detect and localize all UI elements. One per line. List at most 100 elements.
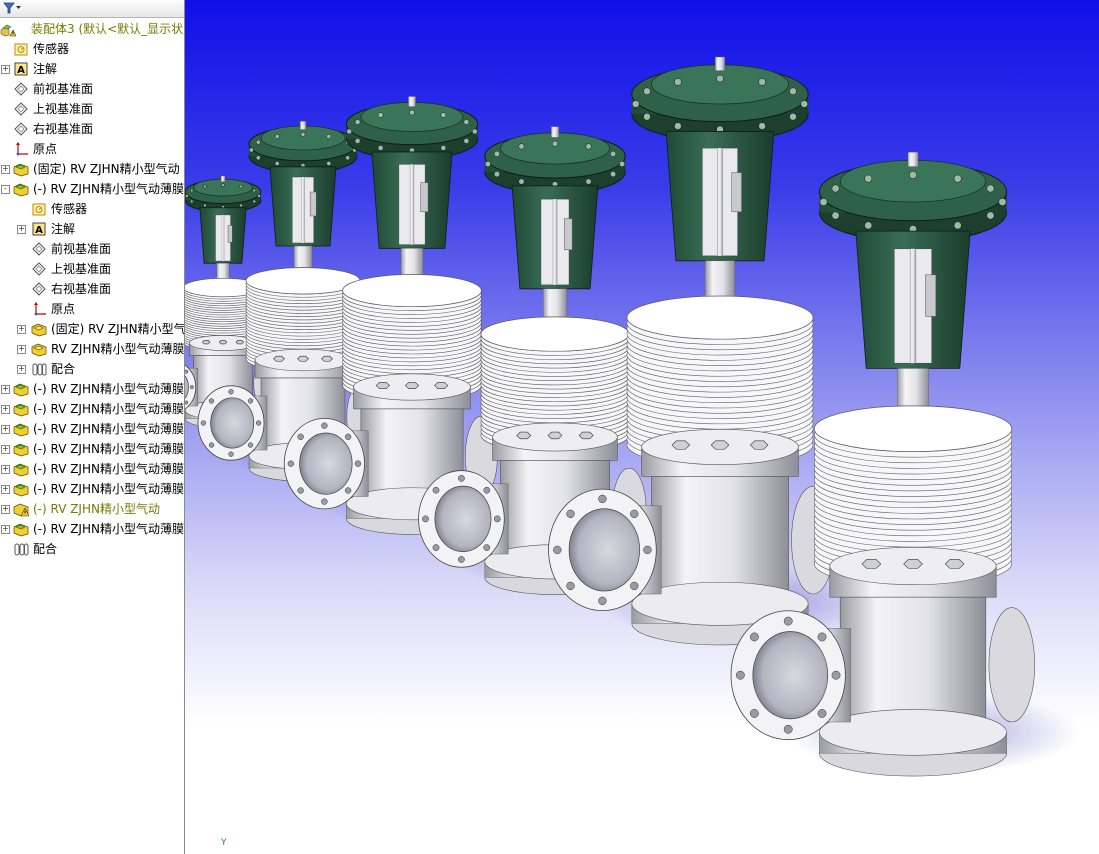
tree-item-label: (-) RV ZJHN精小型气动薄膜 <box>33 482 184 496</box>
part-icon <box>13 443 29 457</box>
graphics-viewport[interactable]: Y <box>185 0 1099 854</box>
expand-toggle[interactable]: + <box>1 405 10 414</box>
expand-toggle[interactable]: + <box>1 385 10 394</box>
annotation-icon: A <box>14 62 28 76</box>
tree-item[interactable]: + RV ZJHN精小型气动薄膜 <box>0 339 184 359</box>
svg-text:A: A <box>17 65 25 76</box>
tree-item-label: 传感器 <box>51 202 88 216</box>
tree-item-label: (-) RV ZJHN精小型气动 <box>33 502 160 516</box>
part-icon <box>13 403 29 417</box>
part-warning-icon <box>13 503 29 517</box>
tree-item[interactable]: + (-) RV ZJHN精小型气动 <box>0 499 184 519</box>
tree-item-label: 右视基准面 <box>33 122 94 136</box>
tree-item-label: 注解 <box>51 222 76 236</box>
tree-item[interactable]: + A 注解 <box>0 59 184 79</box>
tree-item-label: (-) RV ZJHN精小型气动薄膜 <box>33 402 184 416</box>
expand-toggle[interactable]: + <box>1 505 10 514</box>
part-icon <box>13 423 29 437</box>
expand-toggle[interactable]: + <box>1 465 10 474</box>
tree-item-label: 配合 <box>51 362 76 376</box>
tree-root-assembly[interactable]: 装配体3 (默认<默认_显示状 <box>0 19 184 39</box>
tree-item-label: (-) RV ZJHN精小型气动薄膜 <box>33 442 184 456</box>
part-icon <box>13 383 29 397</box>
tree-item[interactable]: 配合 <box>0 539 184 559</box>
expand-toggle[interactable]: + <box>1 525 10 534</box>
plane-icon <box>32 282 46 296</box>
tree-toolbar <box>0 0 184 18</box>
plane-icon <box>14 82 28 96</box>
tree-item-label: (-) RV ZJHN精小型气动薄膜 <box>33 382 184 396</box>
expand-toggle[interactable]: + <box>1 65 10 74</box>
plane-icon <box>32 262 46 276</box>
mate-icon <box>32 363 47 376</box>
assembly-warning-icon <box>0 24 16 37</box>
part-icon <box>13 183 29 197</box>
tree-item-label: (固定) RV ZJHN精小型气动 <box>33 162 180 176</box>
expand-toggle[interactable]: + <box>17 325 26 334</box>
tree-item[interactable]: 原点 <box>0 299 184 319</box>
tree-item-label: RV ZJHN精小型气动薄膜 <box>51 342 184 356</box>
expand-toggle[interactable]: + <box>17 225 26 234</box>
tree-item[interactable]: + (-) RV ZJHN精小型气动薄膜 <box>0 459 184 479</box>
sensor-icon <box>14 43 28 56</box>
tree-item[interactable]: 原点 <box>0 139 184 159</box>
part-icon <box>13 163 29 177</box>
expand-toggle[interactable]: + <box>1 425 10 434</box>
expand-toggle[interactable]: + <box>17 345 26 354</box>
tree-item[interactable]: + (-) RV ZJHN精小型气动薄膜 <box>0 399 184 419</box>
tree-item-label: 右视基准面 <box>51 282 112 296</box>
tree-item[interactable]: + (固定) RV ZJHN精小型气动 <box>0 159 184 179</box>
filter-icon[interactable] <box>2 1 22 15</box>
tree-item[interactable]: + (-) RV ZJHN精小型气动薄膜 <box>0 379 184 399</box>
tree-item[interactable]: 传感器 <box>0 199 184 219</box>
svg-text:A: A <box>35 225 43 236</box>
expand-toggle[interactable]: + <box>17 365 26 374</box>
origin-icon <box>34 302 46 316</box>
tree-item-label: (-) RV ZJHN精小型气动薄膜 <box>33 462 184 476</box>
tree-item-label: (-) RV ZJHN精小型气动薄膜 <box>33 522 184 536</box>
tree-item-label: 装配体3 (默认<默认_显示状 <box>31 22 184 36</box>
triad-y-label: Y <box>221 838 227 848</box>
tree-item[interactable]: 上视基准面 <box>0 99 184 119</box>
tree-item[interactable]: + (-) RV ZJHN精小型气动薄膜 <box>0 419 184 439</box>
subpart-icon <box>31 323 47 337</box>
part-icon <box>13 463 29 477</box>
plane-icon <box>32 242 46 256</box>
plane-icon <box>14 102 28 116</box>
tree-item[interactable]: + (-) RV ZJHN精小型气动薄膜 <box>0 439 184 459</box>
expand-toggle[interactable]: + <box>1 445 10 454</box>
tree-item-label: (-) RV ZJHN精小型气动薄膜 <box>33 422 184 436</box>
collapse-toggle[interactable]: - <box>1 185 10 194</box>
tree-item[interactable]: 右视基准面 <box>0 119 184 139</box>
tree-item-label: 前视基准面 <box>51 242 112 256</box>
feature-manager-tree: 装配体3 (默认<默认_显示状 传感器 + A 注解 前视基准面 上视基准面 右视基准面 原点 +… <box>0 0 185 854</box>
tree-item[interactable]: - (-) RV ZJHN精小型气动薄膜 <box>0 179 184 199</box>
tree-item-label: 上视基准面 <box>51 262 112 276</box>
subpart-icon <box>31 343 47 357</box>
tree-item-label: 注解 <box>33 62 58 76</box>
tree-item-label: 前视基准面 <box>33 82 94 96</box>
tree-item[interactable]: + (-) RV ZJHN精小型气动薄膜 <box>0 519 184 539</box>
tree-item[interactable]: + 配合 <box>0 359 184 379</box>
tree-item-label: 原点 <box>51 302 76 316</box>
tree-item[interactable]: 前视基准面 <box>0 239 184 259</box>
part-icon <box>13 483 29 497</box>
tree-item[interactable]: 右视基准面 <box>0 279 184 299</box>
tree-item[interactable]: 传感器 <box>0 39 184 59</box>
tree-item-label: 传感器 <box>33 42 70 56</box>
tree-item-label: (-) RV ZJHN精小型气动薄膜 <box>33 182 184 196</box>
part-icon <box>13 523 29 537</box>
tree-item[interactable]: 上视基准面 <box>0 259 184 279</box>
plane-icon <box>14 122 28 136</box>
valve-assembly-scene[interactable] <box>185 0 1099 854</box>
mate-icon <box>14 543 29 556</box>
tree-item[interactable]: + (固定) RV ZJHN精小型气 <box>0 319 184 339</box>
origin-icon <box>16 142 28 156</box>
tree-item[interactable]: + A 注解 <box>0 219 184 239</box>
tree-item[interactable]: 前视基准面 <box>0 79 184 99</box>
tree-item-label: 上视基准面 <box>33 102 94 116</box>
expand-toggle[interactable]: + <box>1 165 10 174</box>
sensor-icon <box>32 203 46 216</box>
tree-item[interactable]: + (-) RV ZJHN精小型气动薄膜 <box>0 479 184 499</box>
expand-toggle[interactable]: + <box>1 485 10 494</box>
